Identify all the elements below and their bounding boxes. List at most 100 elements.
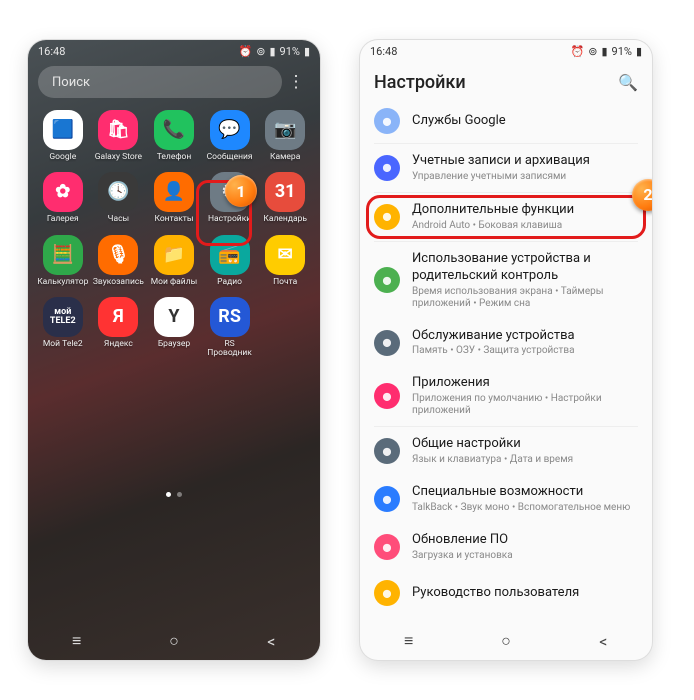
settings-icon: ⬤ (374, 534, 400, 560)
app-label: Яндекс (104, 340, 133, 349)
status-bar: 16:48 ⏰ ⊚ ▮ 91% ▮ (28, 40, 320, 62)
settings-title: Руководство пользователя (412, 585, 638, 602)
search-input[interactable]: Поиск (38, 66, 282, 98)
app-icon: 🧮 (43, 235, 83, 275)
app-icon: 💬 (210, 110, 250, 150)
signal-icon: ▮ (269, 45, 275, 58)
app-icon: Я (98, 297, 138, 337)
settings-text: Использование устройства и родительский … (412, 251, 638, 310)
settings-icon: ⬤ (374, 383, 400, 409)
settings-item[interactable]: ⬤Учетные записи и архивацияУправление уч… (360, 144, 652, 192)
app-icon: 📁 (154, 235, 194, 275)
app-icon: 🕓 (98, 172, 138, 212)
app-мои-файлы[interactable]: 📁 Мои файлы (147, 235, 201, 287)
settings-item[interactable]: ⬤ Руководство пользователя (360, 571, 652, 615)
app-мой-tele2[interactable]: мой TELE2Мой Tele2 (36, 297, 90, 359)
status-icons: ⏰ ⊚ ▮ 91% ▮ (239, 45, 310, 58)
settings-item[interactable]: ⬤Использование устройства и родительский… (360, 242, 652, 319)
app-google[interactable]: 🟦Google (36, 110, 90, 162)
app-icon: 📞 (154, 110, 194, 150)
search-icon[interactable]: 🔍 (618, 73, 638, 92)
app-label: Мои файлы (151, 278, 198, 287)
settings-icon: ⬤ (374, 204, 400, 230)
pager-dot[interactable] (177, 492, 182, 497)
app-яндекс[interactable]: Я Яндекс (92, 297, 146, 359)
app-браузер[interactable]: YБраузер (147, 297, 201, 359)
settings-subtitle: Приложения по умолчанию • Настройки прил… (412, 393, 638, 417)
home-button[interactable]: ○ (149, 631, 199, 651)
search-placeholder: Поиск (52, 75, 90, 90)
app-icon: ✉ (265, 235, 305, 275)
back-button[interactable]: < (578, 632, 628, 651)
app-сообщения[interactable]: 💬 Сообщения (203, 110, 257, 162)
settings-item[interactable]: ⬤Службы Google (360, 99, 652, 143)
app-icon: 🛍 (98, 110, 138, 150)
settings-title: Общие настройки (412, 436, 638, 453)
settings-text: Обслуживание устройстваПамять • ОЗУ • За… (412, 328, 638, 358)
app-label: Калькулятор (37, 278, 88, 287)
app-icon: RS (210, 297, 250, 337)
settings-title: Учетные записи и архивация (412, 153, 638, 170)
app-label: Календарь (263, 215, 307, 224)
settings-icon: ⬤ (374, 438, 400, 464)
search-row: Поиск ⋮ (38, 66, 310, 98)
app-камера[interactable]: 📷 Камера (258, 110, 312, 162)
phone-settings: 16:48 ⏰ ⊚ ▮ 91% ▮ Настройки 🔍 ⬤Службы Go… (360, 40, 652, 660)
settings-text: Общие настройкиЯзык и клавиатура • Дата … (412, 436, 638, 466)
settings-title: Специальные возможности (412, 484, 638, 501)
app-label: Контакты (154, 215, 193, 224)
home-button[interactable]: ○ (481, 631, 531, 651)
settings-text: ПриложенияПриложения по умолчанию • Наст… (412, 375, 638, 417)
alarm-icon: ⏰ (571, 45, 585, 58)
recents-button[interactable]: ≡ (52, 631, 102, 651)
app-label: Радио (217, 278, 242, 287)
app-телефон[interactable]: 📞 Телефон (147, 110, 201, 162)
app-контакты[interactable]: 👤Контакты (147, 172, 201, 224)
back-button[interactable]: < (246, 632, 296, 651)
page-title: Настройки (374, 72, 466, 93)
app-label: Браузер (158, 340, 190, 349)
settings-subtitle: Управление учетными записями (412, 171, 638, 183)
recents-button[interactable]: ≡ (384, 631, 434, 651)
settings-item[interactable]: ⬤Дополнительные функцииAndroid Auto • Бо… (360, 193, 652, 241)
settings-icon: ⬤ (374, 486, 400, 512)
app-почта[interactable]: ✉ Почта (258, 235, 312, 287)
settings-item[interactable]: ⬤ Общие настройкиЯзык и клавиатура • Дата… (360, 427, 652, 475)
app-rs\nпроводник[interactable]: RSRS Проводник (203, 297, 257, 359)
app-звукозапись[interactable]: 🎙Звукозапись (92, 235, 146, 287)
settings-item[interactable]: ⬤ Обслуживание устройстваПамять • ОЗУ • З… (360, 319, 652, 367)
app-часы[interactable]: 🕓Часы (92, 172, 146, 224)
app-календарь[interactable]: 31Календарь (258, 172, 312, 224)
settings-title: Службы Google (412, 113, 638, 130)
app-калькулятор[interactable]: 🧮 Калькулятор (36, 235, 90, 287)
status-icons: ⏰ ⊚ ▮ 91% ▮ (571, 45, 642, 58)
settings-item[interactable]: ⬤Обновление ПОЗагрузка и установка (360, 523, 652, 571)
app-настройки[interactable]: ⚙Настройки (203, 172, 257, 224)
settings-title: Обслуживание устройства (412, 328, 638, 345)
settings-icon: ⬤ (374, 330, 400, 356)
app-label: Сообщения (207, 153, 253, 162)
app-label: Galaxy Store (95, 153, 142, 162)
settings-icon: ⬤ (374, 580, 400, 606)
battery-text: 91% (280, 45, 300, 58)
app-icon: 📷 (265, 110, 305, 150)
status-bar: 16:48 ⏰ ⊚ ▮ 91% ▮ (360, 40, 652, 62)
android-navbar: ≡ ○ < (28, 622, 320, 660)
app-радио[interactable]: 📻 Радио (203, 235, 257, 287)
pager-dots[interactable] (28, 480, 320, 497)
app-label: Камера (270, 153, 300, 162)
app-label: Почта (273, 278, 297, 287)
app-galaxy-store[interactable]: 🛍 Galaxy Store (92, 110, 146, 162)
app-label: Google (49, 153, 76, 162)
settings-subtitle: Загрузка и установка (412, 550, 638, 562)
app-icon: 🎙 (98, 235, 138, 275)
app-галерея[interactable]: ✿Галерея (36, 172, 90, 224)
wifi-icon: ⊚ (256, 45, 265, 58)
app-icon: 📻 (210, 235, 250, 275)
pager-dot[interactable] (166, 492, 171, 497)
app-label: Настройки (208, 215, 251, 224)
app-label: Телефон (157, 153, 192, 162)
settings-item[interactable]: ⬤Специальные возможностиTalkBack • Звук … (360, 475, 652, 523)
overflow-menu-button[interactable]: ⋮ (282, 72, 310, 92)
settings-item[interactable]: ⬤ ПриложенияПриложения по умолчанию • Нас… (360, 366, 652, 426)
